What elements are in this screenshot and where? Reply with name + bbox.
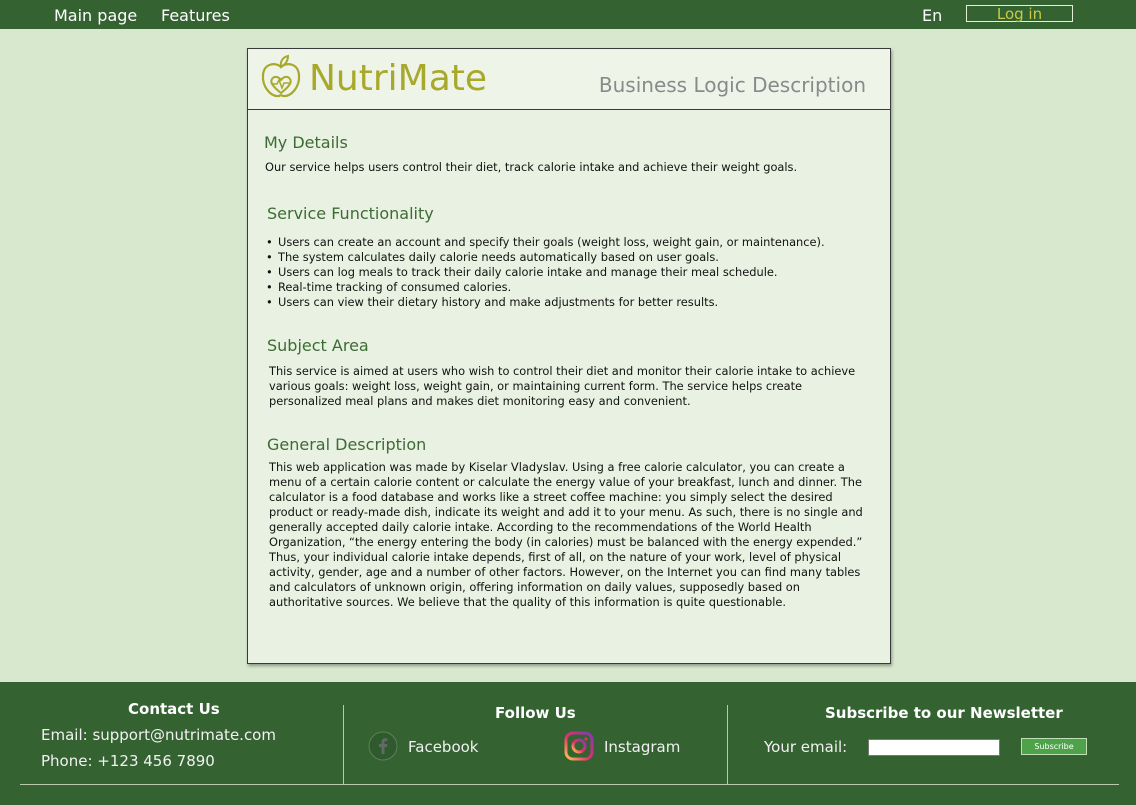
newsletter-title: Subscribe to our Newsletter — [825, 704, 1063, 722]
list-item: Users can create an account and specify … — [266, 235, 825, 250]
list-item: The system calculates daily calorie need… — [266, 250, 825, 265]
email-label: Your email: — [764, 738, 848, 756]
nav-main-page-link[interactable]: Main page — [54, 6, 137, 25]
follow-title: Follow Us — [495, 704, 576, 722]
footer: Contact Us Email: support@nutrimate.com … — [0, 682, 1136, 805]
facebook-link[interactable]: Facebook — [408, 738, 478, 756]
brand-name: NutriMate — [309, 58, 488, 99]
section-title-general-description: General Description — [267, 435, 427, 454]
footer-divider — [727, 705, 728, 785]
list-item: Users can log meals to track their daily… — [266, 265, 825, 280]
nav-features-link[interactable]: Features — [161, 6, 230, 25]
contact-email[interactable]: Email: support@nutrimate.com — [41, 726, 276, 744]
business-logic-card: NutriMate Business Logic Description My … — [247, 48, 891, 664]
section-title-subject-area: Subject Area — [267, 336, 369, 355]
nutrimate-logo-icon — [261, 54, 301, 98]
subscribe-button[interactable]: Subscribe — [1021, 738, 1087, 755]
top-nav: Main page Features En Log in — [0, 0, 1136, 29]
general-text: This web application was made by Kiselar… — [269, 460, 863, 609]
facebook-icon[interactable] — [368, 731, 398, 761]
language-selector[interactable]: En — [922, 6, 942, 25]
contact-title: Contact Us — [128, 700, 220, 718]
footer-bottom-line — [20, 784, 1119, 785]
page-title: Business Logic Description — [598, 73, 866, 97]
instagram-link[interactable]: Instagram — [604, 738, 680, 756]
login-button[interactable]: Log in — [966, 5, 1073, 23]
contact-phone: Phone: +123 456 7890 — [41, 752, 215, 770]
card-header: NutriMate Business Logic Description — [248, 49, 890, 110]
list-item: Users can view their dietary history and… — [266, 295, 825, 310]
list-item: Real-time tracking of consumed calories. — [266, 280, 825, 295]
section-title-service-functionality: Service Functionality — [267, 204, 434, 223]
instagram-icon[interactable] — [564, 731, 594, 761]
newsletter-email-input[interactable] — [868, 739, 1000, 756]
section-title-my-details: My Details — [264, 133, 348, 152]
functionality-list: Users can create an account and specify … — [266, 235, 825, 310]
subject-text: This service is aimed at users who wish … — [269, 364, 856, 408]
details-text: Our service helps users control their di… — [265, 160, 798, 174]
footer-divider — [343, 705, 344, 785]
